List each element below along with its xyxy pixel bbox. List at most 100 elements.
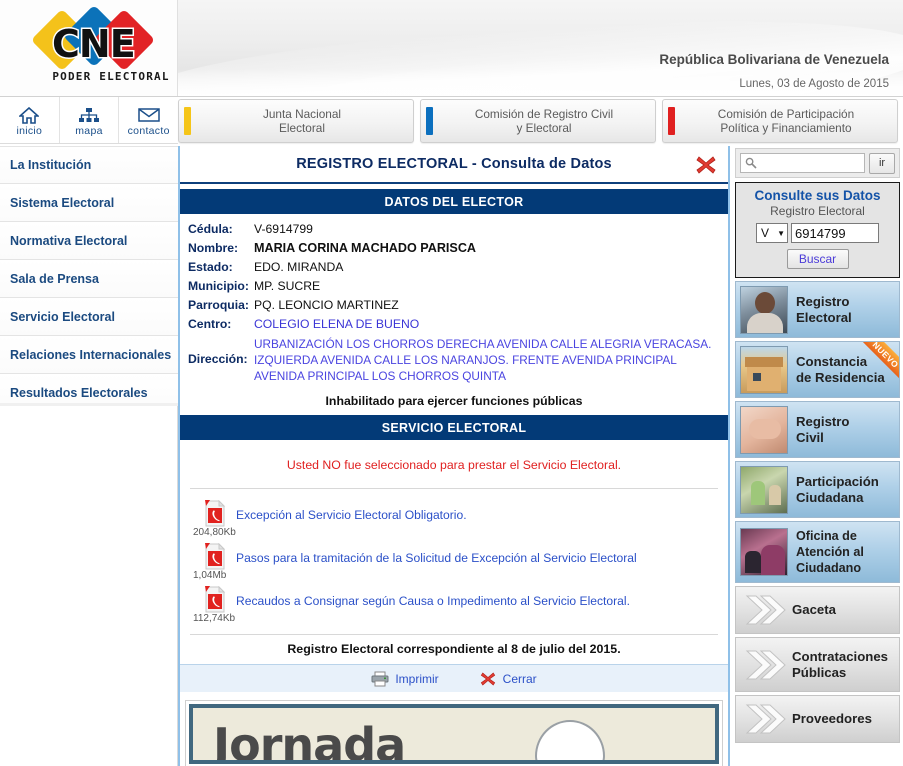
card-label-line1: Contrataciones <box>792 649 888 665</box>
sidebar-card-contrataciones-publicas[interactable]: Contrataciones Públicas <box>735 637 900 692</box>
document-list: Excepción al Servicio Electoral Obligato… <box>180 489 728 630</box>
document-link[interactable]: Recaudos a Consignar según Causa o Imped… <box>236 594 630 608</box>
sidebar-card-oficina-atencion-ciudadano[interactable]: Oficina de Atención al Ciudadano <box>735 521 900 583</box>
field-label-nombre: Nombre: <box>180 239 254 258</box>
tab-comision-participacion-politica[interactable]: Comisión de Participación Política y Fin… <box>662 99 898 143</box>
field-label-estado: Estado: <box>180 258 254 277</box>
sidebar-card-registro-electoral[interactable]: Registro Electoral <box>735 281 900 338</box>
table-row: Dirección: URBANIZACIÓN LOS CHORROS DERE… <box>180 336 728 384</box>
quicknav-item-inicio[interactable]: inicio <box>0 97 60 143</box>
card-label: Registro Civil <box>796 414 850 446</box>
document-link[interactable]: Pasos para la tramitación de la Solicitu… <box>236 551 637 565</box>
cedula-input[interactable] <box>791 223 879 243</box>
tab-junta-nacional-electoral[interactable]: Junta Nacional Electoral <box>178 99 414 143</box>
right-sidebar: ir Consulte sus Datos Registro Electoral… <box>732 146 903 766</box>
section-title: DATOS DEL ELECTOR <box>385 195 524 209</box>
top-navbar: inicio mapa <box>0 97 903 145</box>
section-title: SERVICIO ELECTORAL <box>382 421 527 435</box>
card-label: Contrataciones Públicas <box>792 649 888 681</box>
tab-label: Comisión de Participación Política y Fin… <box>675 107 897 135</box>
cne-logo[interactable]: CNE PODER ELECTORAL <box>36 4 166 92</box>
tab-accent-bar <box>184 107 191 135</box>
sidebar-card-participacion-ciudadana[interactable]: Participación Ciudadana <box>735 461 900 518</box>
card-thumbnail <box>740 406 788 454</box>
tab-comision-registro-civil-electoral[interactable]: Comisión de Registro Civil y Electoral <box>420 99 656 143</box>
pdf-icon <box>204 586 226 612</box>
sidebar-card-registro-civil[interactable]: Registro Civil <box>735 401 900 458</box>
commission-tabs: Junta Nacional Electoral Comisión de Reg… <box>178 99 898 143</box>
site-header: CNE PODER ELECTORAL República Bolivarian… <box>0 0 903 97</box>
card-label-line1: Constancia <box>796 354 885 370</box>
field-value-direccion: URBANIZACIÓN LOS CHORROS DERECHA AVENIDA… <box>254 336 728 384</box>
quicknav-item-mapa[interactable]: mapa <box>60 97 120 143</box>
double-chevron-icon <box>744 702 788 736</box>
quicknav-label-inicio: inicio <box>16 125 42 137</box>
page-root: CNE PODER ELECTORAL República Bolivarian… <box>0 0 903 766</box>
search-input-wrapper[interactable] <box>740 153 865 173</box>
sidebar-item-relaciones-internacionales[interactable]: Relaciones Internacionales <box>0 336 178 374</box>
tab-label-line2: Política y Financiamiento <box>681 121 891 135</box>
consulta-title: Consulte sus Datos <box>736 188 899 203</box>
sidebar-card-constancia-residencia[interactable]: Constancia de Residencia NUEVO <box>735 341 900 398</box>
field-label-centro: Centro: <box>180 315 254 334</box>
card-label: Oficina de Atención al Ciudadano <box>796 528 864 576</box>
sidebar-item-label: Sistema Electoral <box>10 196 114 210</box>
card-label-line2: Civil <box>796 430 850 446</box>
card-label-line3: Ciudadano <box>796 560 864 576</box>
search-go-button[interactable]: ir <box>869 153 895 174</box>
list-item: Recaudos a Consignar según Causa o Imped… <box>180 583 728 626</box>
sidebar-item-la-institucion[interactable]: La Institución <box>0 146 178 184</box>
close-x-icon[interactable] <box>694 153 718 177</box>
card-label-line1: Gaceta <box>792 602 836 618</box>
card-label: Constancia de Residencia <box>796 354 885 386</box>
sidebar-card-proveedores[interactable]: Proveedores <box>735 695 900 743</box>
search-input[interactable] <box>760 155 864 171</box>
card-thumbnail <box>740 286 788 334</box>
sidebar-item-label: La Institución <box>10 158 91 172</box>
document-link[interactable]: Excepción al Servicio Electoral Obligato… <box>236 508 467 522</box>
tab-label-line1: Comisión de Participación <box>681 107 891 121</box>
sidebar-item-sala-de-prensa[interactable]: Sala de Prensa <box>0 260 178 298</box>
tab-label-line1: Junta Nacional <box>197 107 407 121</box>
promo-banner-inner: Jornada <box>189 704 719 764</box>
tab-accent-bar <box>426 107 433 135</box>
quicknav-item-contacto[interactable]: contacto <box>119 97 178 143</box>
left-sidebar-divider <box>0 403 178 406</box>
logo-tagline: PODER ELECTORAL <box>46 70 176 83</box>
sidebar-card-gaceta[interactable]: Gaceta <box>735 586 900 634</box>
close-button[interactable]: Cerrar <box>479 670 537 688</box>
sidebar-item-label: Sala de Prensa <box>10 272 99 286</box>
sidebar-item-normativa-electoral[interactable]: Normativa Electoral <box>0 222 178 260</box>
card-thumbnail <box>740 346 788 394</box>
action-bar: Imprimir Cerrar <box>180 664 728 692</box>
print-button[interactable]: Imprimir <box>371 671 438 687</box>
card-thumbnail <box>740 466 788 514</box>
section-header-datos-elector: DATOS DEL ELECTOR <box>180 189 728 214</box>
tab-label-line1: Comisión de Registro Civil <box>439 107 649 121</box>
field-value-nombre: MARIA CORINA MACHADO PARISCA <box>254 239 476 258</box>
card-label-line2: Atención al <box>796 544 864 560</box>
document-size: 1,04Mb <box>193 570 226 581</box>
table-row: Municipio: MP. SUCRE <box>180 277 728 296</box>
card-label-line1: Proveedores <box>792 711 872 727</box>
card-label-line1: Registro <box>796 294 852 310</box>
sidebar-item-sistema-electoral[interactable]: Sistema Electoral <box>0 184 178 222</box>
field-value-centro[interactable]: COLEGIO ELENA DE BUENO <box>254 315 419 334</box>
pdf-icon <box>204 543 226 569</box>
section-header-servicio-electoral: SERVICIO ELECTORAL <box>180 415 728 440</box>
card-label: Registro Electoral <box>796 294 852 326</box>
consulta-subtitle: Registro Electoral <box>736 204 899 218</box>
buscar-button[interactable]: Buscar <box>787 249 849 269</box>
left-sidebar-filler <box>0 403 178 766</box>
list-item: Excepción al Servicio Electoral Obligato… <box>180 497 728 540</box>
promo-banner[interactable]: Jornada <box>185 700 723 766</box>
document-size: 112,74Kb <box>193 613 235 624</box>
left-sidebar: La Institución Sistema Electoral Normati… <box>0 146 178 412</box>
card-label-line2: Ciudadana <box>796 490 879 506</box>
nationality-select[interactable]: V ▼ <box>756 223 788 243</box>
print-label: Imprimir <box>395 672 438 686</box>
sidebar-item-label: Resultados Electorales <box>10 386 148 400</box>
card-label: Participación Ciudadana <box>796 474 879 506</box>
search-icon <box>745 157 757 169</box>
sidebar-item-servicio-electoral[interactable]: Servicio Electoral <box>0 298 178 336</box>
